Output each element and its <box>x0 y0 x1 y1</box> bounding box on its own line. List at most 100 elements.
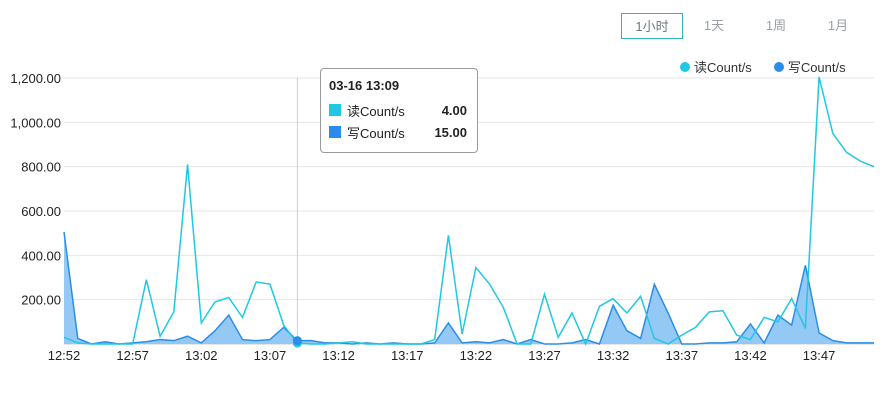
read-data-point <box>790 297 794 301</box>
write-data-point <box>227 313 231 317</box>
write-data-point <box>433 341 437 345</box>
read-data-point <box>570 311 574 315</box>
write-data-point <box>584 338 588 342</box>
write-data-point <box>666 311 670 315</box>
read-data-point <box>776 320 780 324</box>
tooltip-series-value: 4.00 <box>441 102 467 118</box>
read-data-point <box>817 75 821 79</box>
write-data-point <box>748 322 752 326</box>
x-tick-label: 13:07 <box>254 348 287 363</box>
tooltip-series-name: 读Count/s <box>347 103 405 119</box>
write-data-point <box>460 341 464 345</box>
read-data-point <box>762 315 766 319</box>
write-data-point <box>323 341 327 345</box>
tooltip-row-read: 读Count/s 4.00 <box>329 99 469 121</box>
write-data-point <box>446 321 450 325</box>
write-hover-marker <box>292 336 302 346</box>
write-data-point <box>144 340 148 344</box>
y-tick-label: 600.00 <box>21 204 61 219</box>
write-data-point <box>172 339 176 343</box>
read-data-point <box>501 305 505 309</box>
read-data-point <box>748 338 752 342</box>
data-tooltip: 03-16 13:09 读Count/s 4.00 写Count/s 15.00 <box>320 68 478 153</box>
read-write-count-chart[interactable]: 1,200.00 1,000.00 800.00 600.00 400.00 200.00… <box>0 0 893 402</box>
read-data-point <box>735 333 739 337</box>
write-data-point <box>858 341 862 345</box>
read-data-point <box>652 336 656 340</box>
read-data-point <box>666 342 670 346</box>
read-data-point <box>858 159 862 163</box>
read-data-point <box>721 309 725 313</box>
write-data-point <box>707 341 711 345</box>
tooltip-series-name: 写Count/s <box>347 125 405 141</box>
write-data-point <box>213 329 217 333</box>
write-data-point <box>776 313 780 317</box>
read-data-point <box>474 266 478 270</box>
tooltip-row-write: 写Count/s 15.00 <box>329 121 469 143</box>
read-data-point <box>543 292 547 296</box>
write-data-point <box>131 341 135 345</box>
write-data-point <box>76 336 80 340</box>
write-data-point <box>488 341 492 345</box>
read-data-point <box>872 165 876 169</box>
write-data-point <box>721 341 725 345</box>
y-tick-label: 800.00 <box>21 160 61 175</box>
y-tick-label: 400.00 <box>21 248 61 263</box>
write-data-point <box>845 341 849 345</box>
read-data-point <box>172 310 176 314</box>
write-data-point <box>62 230 66 234</box>
write-data-point <box>831 339 835 343</box>
write-data-point <box>735 340 739 344</box>
read-data-point <box>707 310 711 314</box>
write-data-point <box>364 341 368 345</box>
read-data-point <box>199 321 203 325</box>
x-tick-label: 12:52 <box>48 348 81 363</box>
write-data-point <box>515 342 519 346</box>
read-data-point <box>694 325 698 329</box>
write-data-point <box>254 339 258 343</box>
x-tick-label: 13:32 <box>597 348 630 363</box>
write-data-point <box>529 338 533 342</box>
write-data-point <box>790 323 794 327</box>
write-data-point <box>639 336 643 340</box>
write-data-point <box>240 338 244 342</box>
write-data-point <box>378 342 382 346</box>
read-data-point <box>144 278 148 282</box>
tooltip-series-value: 15.00 <box>434 124 467 140</box>
y-tick-label: 1,000.00 <box>10 115 61 130</box>
read-data-point <box>186 162 190 166</box>
read-data-point <box>611 297 615 301</box>
read-data-point <box>584 342 588 346</box>
write-data-point <box>570 341 574 345</box>
write-data-point <box>391 341 395 345</box>
write-data-point <box>872 341 876 345</box>
write-data-point <box>350 342 354 346</box>
read-data-point <box>845 150 849 154</box>
read-data-point <box>639 294 643 298</box>
read-data-point <box>62 335 66 339</box>
write-data-point <box>89 342 93 346</box>
write-data-point <box>597 342 601 346</box>
write-series-line <box>63 231 874 345</box>
read-data-point <box>597 304 601 308</box>
read-data-point <box>831 131 835 135</box>
read-data-point <box>556 335 560 339</box>
write-swatch-icon <box>329 126 341 138</box>
read-data-point <box>240 315 244 319</box>
write-data-point <box>817 331 821 335</box>
read-data-point <box>254 280 258 284</box>
write-data-point <box>419 342 423 346</box>
write-data-point <box>501 338 505 342</box>
write-data-point <box>117 342 121 346</box>
write-data-point <box>543 342 547 346</box>
read-data-point <box>460 332 464 336</box>
write-data-point <box>556 342 560 346</box>
write-data-point <box>103 340 107 344</box>
x-tick-label: 13:27 <box>528 348 561 363</box>
write-data-point <box>680 342 684 346</box>
read-data-point <box>446 233 450 237</box>
write-data-point <box>762 341 766 345</box>
write-data-point <box>694 342 698 346</box>
tooltip-title: 03-16 13:09 <box>329 78 400 93</box>
y-tick-label: 1,200.00 <box>10 71 61 86</box>
